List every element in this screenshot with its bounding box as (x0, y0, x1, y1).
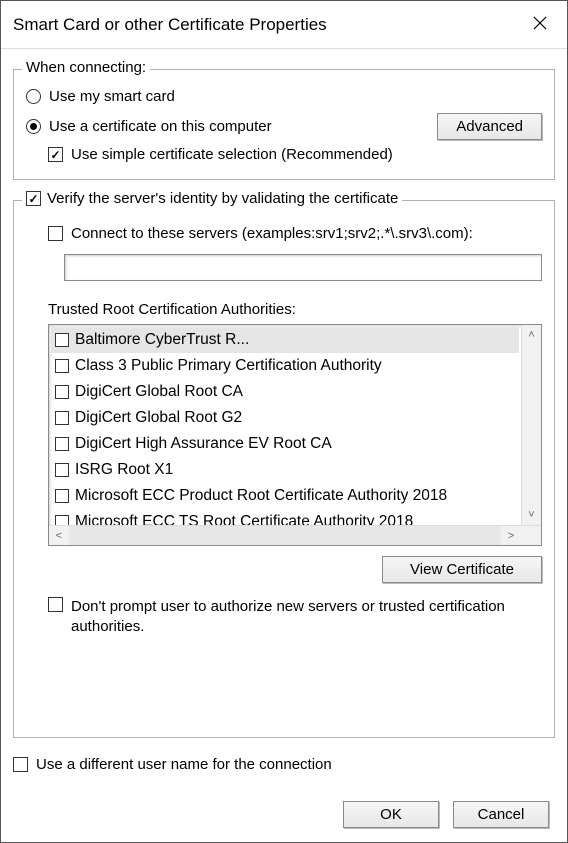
radio-use-certificate[interactable] (26, 119, 41, 134)
list-item[interactable]: Baltimore CyberTrust R... (51, 327, 519, 353)
list-item[interactable]: Microsoft ECC Product Root Certificate A… (51, 483, 519, 509)
dialog-window: Smart Card or other Certificate Properti… (0, 0, 568, 843)
group-verify-legend-text: Verify the server's identity by validati… (47, 190, 398, 207)
ok-button[interactable]: OK (343, 801, 439, 828)
list-item-label: DigiCert Global Root G2 (75, 406, 242, 430)
list-item-checkbox[interactable] (55, 333, 69, 347)
advanced-button[interactable]: Advanced (437, 113, 542, 140)
group-when-connecting-legend: When connecting: (22, 59, 150, 76)
list-item-checkbox[interactable] (55, 489, 69, 503)
radio-use-smart-card[interactable] (26, 89, 41, 104)
list-item-label: DigiCert Global Root CA (75, 380, 243, 404)
checkbox-simple-selection-label: Use simple certificate selection (Recomm… (71, 146, 393, 163)
checkbox-different-user[interactable] (13, 757, 28, 772)
cancel-button[interactable]: Cancel (453, 801, 549, 828)
list-item-label: Microsoft ECC TS Root Certificate Author… (75, 510, 413, 525)
servers-input[interactable] (64, 254, 542, 281)
scroll-h-track[interactable] (69, 526, 501, 545)
scroll-down-arrow-icon[interactable]: ˅ (528, 505, 534, 525)
trusted-root-heading: Trusted Root Certification Authorities: (26, 301, 542, 318)
list-item-label: DigiCert High Assurance EV Root CA (75, 432, 332, 456)
checkbox-connect-servers-label: Connect to these servers (examples:srv1;… (71, 225, 473, 242)
list-item-checkbox[interactable] (55, 359, 69, 373)
list-item-label: Microsoft ECC Product Root Certificate A… (75, 484, 447, 508)
titlebar: Smart Card or other Certificate Properti… (1, 1, 567, 49)
horizontal-scrollbar[interactable]: ˂ ˃ (49, 525, 541, 545)
checkbox-connect-servers[interactable] (48, 226, 63, 241)
checkbox-simple-selection[interactable] (48, 147, 63, 162)
group-verify: Verify the server's identity by validati… (13, 200, 555, 738)
list-item-checkbox[interactable] (55, 385, 69, 399)
list-item-label: Baltimore CyberTrust R... (75, 328, 249, 352)
list-item[interactable]: DigiCert High Assurance EV Root CA (51, 431, 519, 457)
group-verify-legend: Verify the server's identity by validati… (22, 190, 402, 207)
scroll-left-arrow-icon[interactable]: ˂ (49, 530, 69, 542)
scroll-up-arrow-icon[interactable]: ˄ (528, 325, 534, 345)
trusted-root-items: Baltimore CyberTrust R... Class 3 Public… (49, 325, 521, 525)
list-item-checkbox[interactable] (55, 463, 69, 477)
group-when-connecting: When connecting: Use my smart card Use a… (13, 69, 555, 180)
vertical-scrollbar[interactable]: ˄ ˅ (521, 325, 541, 525)
list-item-checkbox[interactable] (55, 437, 69, 451)
list-item[interactable]: DigiCert Global Root G2 (51, 405, 519, 431)
close-button[interactable] (525, 14, 555, 35)
checkbox-dont-prompt-label: Don't prompt user to authorize new serve… (71, 597, 542, 636)
close-icon (533, 16, 547, 30)
scroll-right-arrow-icon[interactable]: ˃ (501, 530, 521, 542)
list-item-label: Class 3 Public Primary Certification Aut… (75, 354, 382, 378)
group-when-connecting-legend-text: When connecting: (26, 59, 146, 76)
radio-use-smart-card-label: Use my smart card (49, 88, 175, 105)
list-item-checkbox[interactable] (55, 411, 69, 425)
checkbox-verify-identity[interactable] (26, 191, 41, 206)
list-item-checkbox[interactable] (55, 515, 69, 525)
list-item-label: ISRG Root X1 (75, 458, 173, 482)
dialog-body: When connecting: Use my smart card Use a… (1, 49, 567, 842)
checkbox-dont-prompt[interactable] (48, 597, 63, 612)
list-item[interactable]: Class 3 Public Primary Certification Aut… (51, 353, 519, 379)
radio-use-certificate-label: Use a certificate on this computer (49, 118, 272, 135)
list-item[interactable]: ISRG Root X1 (51, 457, 519, 483)
trusted-root-listbox[interactable]: Baltimore CyberTrust R... Class 3 Public… (48, 324, 542, 546)
list-item[interactable]: Microsoft ECC TS Root Certificate Author… (51, 509, 519, 525)
view-certificate-button[interactable]: View Certificate (382, 556, 542, 583)
window-title: Smart Card or other Certificate Properti… (13, 15, 327, 35)
checkbox-different-user-label: Use a different user name for the connec… (36, 756, 332, 773)
list-item[interactable]: DigiCert Global Root CA (51, 379, 519, 405)
